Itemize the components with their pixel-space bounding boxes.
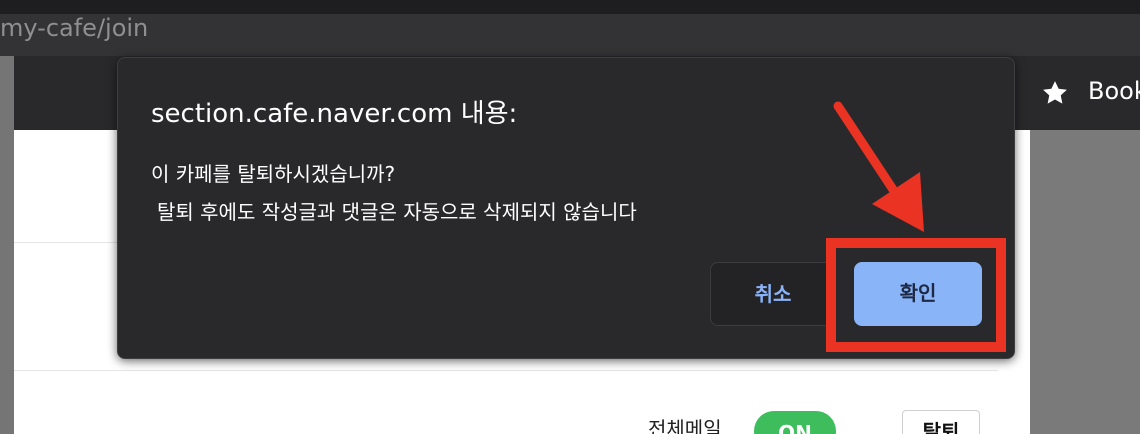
window-top-strip — [0, 0, 1140, 14]
mail-on-toggle[interactable]: ON — [754, 411, 836, 434]
bookmarks-label[interactable]: Book — [1088, 76, 1140, 106]
toggle-label: ON — [778, 421, 812, 434]
all-mail-label: 전체메일 — [648, 417, 722, 434]
url-text[interactable]: my-cafe/join — [0, 14, 148, 42]
highlight-box — [826, 238, 1006, 352]
leave-cafe-button[interactable]: 탈퇴 — [902, 410, 980, 434]
page-right-margin — [1030, 130, 1140, 434]
divider — [14, 370, 998, 371]
leave-button-label: 탈퇴 — [922, 420, 960, 434]
cancel-button-label: 취소 — [754, 282, 792, 306]
dialog-message-line-1: 이 카페를 탈퇴하시겠습니까? — [151, 162, 396, 186]
dialog-message-line-2: 탈퇴 후에도 작성글과 댓글은 자동으로 삭제되지 않습니다 — [157, 200, 637, 224]
page-left-edge — [0, 56, 14, 434]
dialog-title: section.cafe.naver.com 내용: — [151, 99, 518, 129]
cancel-button[interactable]: 취소 — [710, 262, 836, 326]
address-bar[interactable] — [0, 14, 1140, 56]
star-icon[interactable] — [1040, 78, 1070, 108]
screen: my-cafe/join Book 전체메일 ON 탈퇴 section.caf… — [0, 0, 1140, 434]
